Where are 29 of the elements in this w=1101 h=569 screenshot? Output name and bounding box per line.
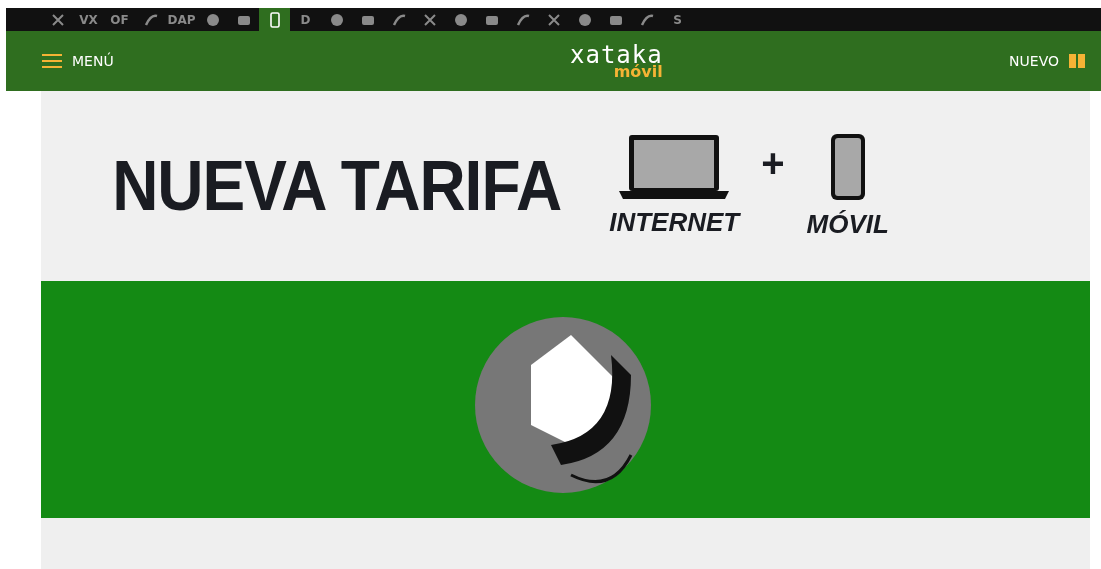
banner-caption: MÓVIL xyxy=(806,208,889,240)
menu-button[interactable]: MENÚ xyxy=(42,53,114,69)
banner-caption: INTERNET xyxy=(609,206,740,238)
site-logo-icon xyxy=(452,11,469,28)
network-site-link[interactable]: OF xyxy=(104,8,135,31)
site-logo-icon xyxy=(142,11,159,28)
site-logo-icon xyxy=(204,11,221,28)
site-logo-icon xyxy=(390,11,407,28)
site-logo[interactable]: xataka móvil xyxy=(570,42,663,80)
site-logo-icon xyxy=(328,11,345,28)
network-site-link[interactable] xyxy=(259,8,290,31)
network-site-link[interactable]: DAP xyxy=(166,8,197,31)
site-logo-icon xyxy=(49,11,66,28)
network-site-link[interactable]: D xyxy=(290,8,321,31)
site-logo-icon xyxy=(576,11,593,28)
network-site-link[interactable]: S xyxy=(662,8,693,31)
network-site-link[interactable]: VX xyxy=(73,8,104,31)
site-logo-icon xyxy=(421,11,438,28)
site-logo-icon xyxy=(638,11,655,28)
menu-icon xyxy=(42,54,62,68)
smartphone-icon xyxy=(829,132,866,201)
plus-sign: + xyxy=(761,140,785,186)
site-logo-icon xyxy=(514,11,531,28)
phone-icon xyxy=(269,11,280,28)
banner-headline: NUEVA TARIFA xyxy=(112,145,562,227)
laptop-icon xyxy=(619,132,730,199)
new-button[interactable]: NUEVO xyxy=(1009,53,1085,69)
book-icon xyxy=(1069,54,1085,68)
site-logo-icon xyxy=(545,11,562,28)
